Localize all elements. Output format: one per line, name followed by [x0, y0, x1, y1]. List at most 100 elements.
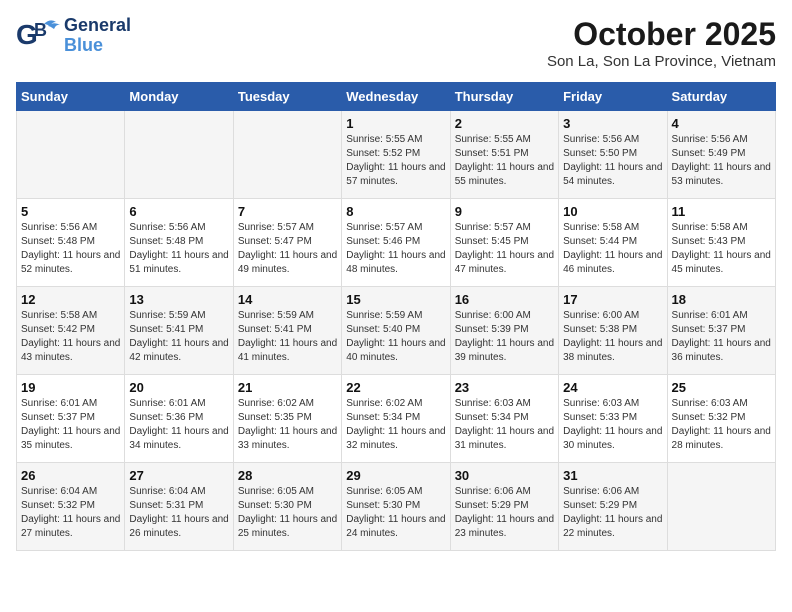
- day-info: Sunrise: 6:03 AMSunset: 5:33 PMDaylight:…: [563, 397, 662, 453]
- page-header: G B General Blue October 2025 Son La, So…: [16, 16, 776, 70]
- day-info: Sunrise: 6:02 AMSunset: 5:34 PMDaylight:…: [346, 397, 445, 453]
- day-info: Sunrise: 6:06 AMSunset: 5:29 PMDaylight:…: [563, 485, 662, 541]
- day-cell: 30 Sunrise: 6:06 AMSunset: 5:29 PMDayligh…: [450, 463, 558, 551]
- day-cell: 1 Sunrise: 5:55 AMSunset: 5:52 PMDaylight…: [342, 111, 450, 199]
- header-row: SundayMondayTuesdayWednesdayThursdayFrid…: [17, 83, 776, 111]
- day-info: Sunrise: 6:06 AMSunset: 5:29 PMDaylight:…: [455, 485, 554, 541]
- day-number: 4: [672, 116, 771, 131]
- logo-text-line2: Blue: [64, 36, 131, 56]
- day-cell: 5 Sunrise: 5:56 AMSunset: 5:48 PMDaylight…: [17, 199, 125, 287]
- day-cell: 6Sunrise: 5:56 AMSunset: 5:48 PMDaylight…: [125, 199, 233, 287]
- day-number: 21: [238, 380, 337, 395]
- day-info: Sunrise: 5:57 AMSunset: 5:46 PMDaylight:…: [346, 221, 445, 277]
- day-number: 10: [563, 204, 662, 219]
- day-number: 18: [672, 292, 771, 307]
- day-info: Sunrise: 6:01 AMSunset: 5:37 PMDaylight:…: [21, 397, 120, 453]
- day-number: 29: [346, 468, 445, 483]
- day-info: Sunrise: 5:58 AMSunset: 5:42 PMDaylight:…: [21, 309, 120, 365]
- col-header-thursday: Thursday: [450, 83, 558, 111]
- day-info: Sunrise: 6:01 AMSunset: 5:37 PMDaylight:…: [672, 309, 771, 365]
- location-subtitle: Son La, Son La Province, Vietnam: [547, 53, 776, 70]
- day-cell: 12 Sunrise: 5:58 AMSunset: 5:42 PMDayligh…: [17, 287, 125, 375]
- logo-icon: G B: [16, 16, 60, 56]
- week-row-4: 19Sunrise: 6:01 AMSunset: 5:37 PMDayligh…: [17, 375, 776, 463]
- day-cell: 14 Sunrise: 5:59 AMSunset: 5:41 PMDayligh…: [233, 287, 341, 375]
- day-info: Sunrise: 5:59 AMSunset: 5:41 PMDaylight:…: [129, 309, 228, 365]
- day-number: 7: [238, 204, 337, 219]
- day-number: 12: [21, 292, 120, 307]
- day-info: Sunrise: 5:58 AMSunset: 5:44 PMDaylight:…: [563, 221, 662, 277]
- day-number: 11: [672, 204, 771, 219]
- title-block: October 2025 Son La, Son La Province, Vi…: [547, 16, 776, 70]
- day-cell: 28 Sunrise: 6:05 AMSunset: 5:30 PMDayligh…: [233, 463, 341, 551]
- week-row-1: 1 Sunrise: 5:55 AMSunset: 5:52 PMDaylight…: [17, 111, 776, 199]
- day-info: Sunrise: 5:55 AMSunset: 5:52 PMDaylight:…: [346, 133, 445, 189]
- day-cell: 21 Sunrise: 6:02 AMSunset: 5:35 PMDayligh…: [233, 375, 341, 463]
- day-cell: 4 Sunrise: 5:56 AMSunset: 5:49 PMDaylight…: [667, 111, 775, 199]
- week-row-2: 5 Sunrise: 5:56 AMSunset: 5:48 PMDaylight…: [17, 199, 776, 287]
- day-cell: 18 Sunrise: 6:01 AMSunset: 5:37 PMDayligh…: [667, 287, 775, 375]
- day-info: Sunrise: 6:04 AMSunset: 5:31 PMDaylight:…: [129, 485, 228, 541]
- day-number: 17: [563, 292, 662, 307]
- week-row-3: 12 Sunrise: 5:58 AMSunset: 5:42 PMDayligh…: [17, 287, 776, 375]
- day-info: Sunrise: 6:00 AMSunset: 5:39 PMDaylight:…: [455, 309, 554, 365]
- day-cell: 8 Sunrise: 5:57 AMSunset: 5:46 PMDaylight…: [342, 199, 450, 287]
- day-number: 14: [238, 292, 337, 307]
- col-header-saturday: Saturday: [667, 83, 775, 111]
- day-number: 28: [238, 468, 337, 483]
- day-cell: 24 Sunrise: 6:03 AMSunset: 5:33 PMDayligh…: [559, 375, 667, 463]
- day-number: 24: [563, 380, 662, 395]
- day-number: 5: [21, 204, 120, 219]
- day-info: Sunrise: 6:03 AMSunset: 5:34 PMDaylight:…: [455, 397, 554, 453]
- day-number: 9: [455, 204, 554, 219]
- day-number: 30: [455, 468, 554, 483]
- day-info: Sunrise: 5:55 AMSunset: 5:51 PMDaylight:…: [455, 133, 554, 189]
- week-row-5: 26Sunrise: 6:04 AMSunset: 5:32 PMDayligh…: [17, 463, 776, 551]
- day-info: Sunrise: 5:56 AMSunset: 5:50 PMDaylight:…: [563, 133, 662, 189]
- day-cell: 10 Sunrise: 5:58 AMSunset: 5:44 PMDayligh…: [559, 199, 667, 287]
- day-cell: 29 Sunrise: 6:05 AMSunset: 5:30 PMDayligh…: [342, 463, 450, 551]
- day-cell: 27 Sunrise: 6:04 AMSunset: 5:31 PMDayligh…: [125, 463, 233, 551]
- day-number: 27: [129, 468, 228, 483]
- day-info: Sunrise: 6:01 AMSunset: 5:36 PMDaylight:…: [129, 397, 228, 453]
- day-info: Sunrise: 6:05 AMSunset: 5:30 PMDaylight:…: [238, 485, 337, 541]
- day-info: Sunrise: 6:05 AMSunset: 5:30 PMDaylight:…: [346, 485, 445, 541]
- day-number: 13: [129, 292, 228, 307]
- day-number: 16: [455, 292, 554, 307]
- day-info: Sunrise: 6:02 AMSunset: 5:35 PMDaylight:…: [238, 397, 337, 453]
- day-cell: 22 Sunrise: 6:02 AMSunset: 5:34 PMDayligh…: [342, 375, 450, 463]
- day-cell: 16 Sunrise: 6:00 AMSunset: 5:39 PMDayligh…: [450, 287, 558, 375]
- day-info: Sunrise: 6:03 AMSunset: 5:32 PMDaylight:…: [672, 397, 771, 453]
- logo-text-line1: General: [64, 16, 131, 36]
- day-cell: [667, 463, 775, 551]
- day-cell: 11 Sunrise: 5:58 AMSunset: 5:43 PMDayligh…: [667, 199, 775, 287]
- day-cell: 17 Sunrise: 6:00 AMSunset: 5:38 PMDayligh…: [559, 287, 667, 375]
- day-info: Sunrise: 5:59 AMSunset: 5:40 PMDaylight:…: [346, 309, 445, 365]
- day-cell: 13 Sunrise: 5:59 AMSunset: 5:41 PMDayligh…: [125, 287, 233, 375]
- day-cell: 7Sunrise: 5:57 AMSunset: 5:47 PMDaylight…: [233, 199, 341, 287]
- day-cell: 15Sunrise: 5:59 AMSunset: 5:40 PMDayligh…: [342, 287, 450, 375]
- day-info: Sunrise: 5:56 AMSunset: 5:49 PMDaylight:…: [672, 133, 771, 189]
- day-cell: 26Sunrise: 6:04 AMSunset: 5:32 PMDayligh…: [17, 463, 125, 551]
- day-number: 22: [346, 380, 445, 395]
- day-cell: 2Sunrise: 5:55 AMSunset: 5:51 PMDaylight…: [450, 111, 558, 199]
- calendar-table: SundayMondayTuesdayWednesdayThursdayFrid…: [16, 82, 776, 551]
- day-info: Sunrise: 5:56 AMSunset: 5:48 PMDaylight:…: [21, 221, 120, 277]
- col-header-monday: Monday: [125, 83, 233, 111]
- day-info: Sunrise: 6:00 AMSunset: 5:38 PMDaylight:…: [563, 309, 662, 365]
- day-number: 20: [129, 380, 228, 395]
- col-header-wednesday: Wednesday: [342, 83, 450, 111]
- day-number: 8: [346, 204, 445, 219]
- day-cell: 23 Sunrise: 6:03 AMSunset: 5:34 PMDayligh…: [450, 375, 558, 463]
- col-header-tuesday: Tuesday: [233, 83, 341, 111]
- day-number: 26: [21, 468, 120, 483]
- svg-text:B: B: [34, 20, 47, 40]
- month-title: October 2025: [547, 16, 776, 53]
- col-header-sunday: Sunday: [17, 83, 125, 111]
- day-number: 1: [346, 116, 445, 131]
- day-number: 23: [455, 380, 554, 395]
- day-cell: 9Sunrise: 5:57 AMSunset: 5:45 PMDaylight…: [450, 199, 558, 287]
- day-number: 6: [129, 204, 228, 219]
- day-info: Sunrise: 5:59 AMSunset: 5:41 PMDaylight:…: [238, 309, 337, 365]
- day-info: Sunrise: 5:58 AMSunset: 5:43 PMDaylight:…: [672, 221, 771, 277]
